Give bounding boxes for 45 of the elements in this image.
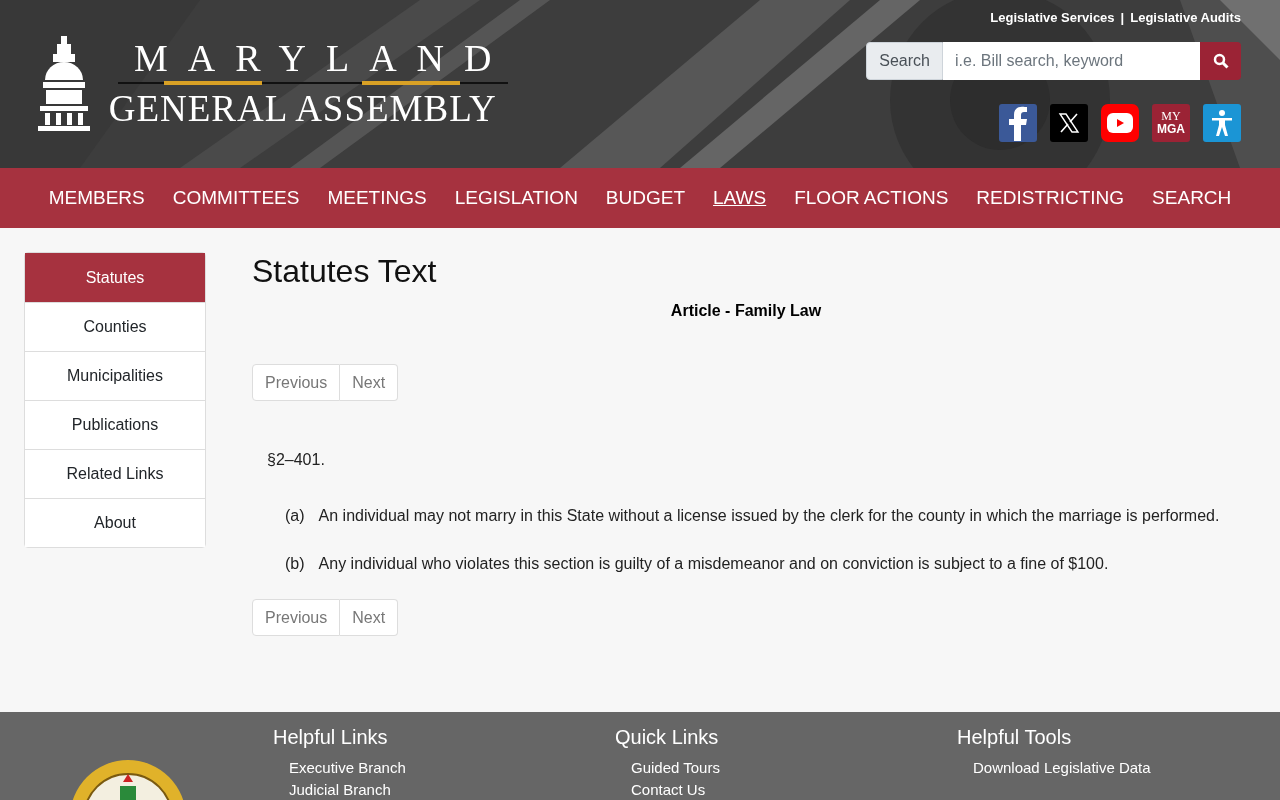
facebook-icon[interactable] xyxy=(999,104,1037,142)
separator: | xyxy=(1120,10,1125,25)
logo-title: MARYLAND xyxy=(133,36,512,80)
section-number: §2–401. xyxy=(267,451,326,469)
footer-link[interactable]: Judicial Branch xyxy=(273,779,406,800)
footer-link[interactable]: Guided Tours xyxy=(615,757,720,779)
nav-link[interactable]: LAWS xyxy=(699,187,781,209)
header-link[interactable]: Legislative Services xyxy=(990,10,1115,25)
header-link[interactable]: Legislative Audits xyxy=(1130,10,1241,25)
nav-link[interactable]: REDISTRICTING xyxy=(962,187,1139,209)
sidebar-item[interactable]: About xyxy=(25,498,205,547)
footer-heading: Helpful Links xyxy=(273,726,389,749)
footer-link[interactable]: Download Legislative Data xyxy=(957,757,1151,779)
statute-text: Any individual who violates this section is guilty of a misdemeanor and on conviction is subject to a fine of $100. xyxy=(318,555,1109,573)
nav-link[interactable]: MEMBERS xyxy=(34,187,159,209)
footer-heading: Quick Links xyxy=(615,726,720,749)
pager-button[interactable]: Previous xyxy=(252,364,341,401)
page-title: Statutes Text xyxy=(252,252,438,290)
nav-link[interactable]: COMMITTEES xyxy=(158,187,314,209)
search-icon xyxy=(1212,53,1229,69)
search-label: Search xyxy=(866,42,943,80)
pager-button[interactable]: Next xyxy=(340,599,399,636)
paragraph-mark: (b) xyxy=(285,555,305,573)
capitol-dome-icon xyxy=(38,36,90,132)
article-heading: Article - Family Law xyxy=(669,302,823,320)
nav-link[interactable]: SEARCH xyxy=(1138,187,1246,209)
accessibility-icon[interactable] xyxy=(1203,104,1241,142)
paragraph-mark: (a) xyxy=(285,507,305,525)
footer-link[interactable]: Contact Us xyxy=(615,779,720,800)
statute-text: An individual may not marry in this State without a license issued by the clerk for the county in which the marriage is performed. xyxy=(318,507,1220,525)
footer-heading: Helpful Tools xyxy=(957,726,1073,749)
my-mga-link[interactable]: MY MGA xyxy=(1152,104,1190,142)
logo-subtitle: GENERAL ASSEMBLY xyxy=(108,87,497,131)
sidebar-item[interactable]: Statutes xyxy=(25,253,205,302)
nav-link[interactable]: MEETINGS xyxy=(313,187,441,209)
nav-link[interactable]: FLOOR ACTIONS xyxy=(780,187,963,209)
nav-link[interactable]: BUDGET xyxy=(591,187,700,209)
youtube-icon[interactable] xyxy=(1101,104,1139,142)
nav-link[interactable]: LEGISLATION xyxy=(440,187,592,209)
pager-button[interactable]: Next xyxy=(340,364,399,401)
x-icon[interactable] xyxy=(1050,104,1088,142)
footer-link[interactable]: Executive Branch xyxy=(273,757,406,779)
pager-button[interactable]: Previous xyxy=(252,599,341,636)
search-button[interactable] xyxy=(1200,42,1241,80)
search-field[interactable]: i.e. Bill search, keyword xyxy=(943,42,1200,80)
